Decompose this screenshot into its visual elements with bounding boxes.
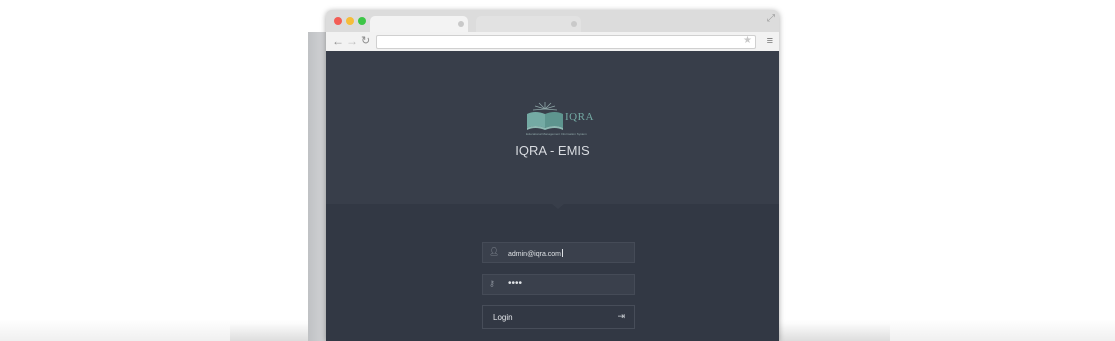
page-title: IQRA - EMIS	[515, 143, 590, 158]
browser-tab-active[interactable]	[370, 16, 468, 32]
logo-tagline: Educational Management Information Syste…	[526, 132, 587, 136]
password-input[interactable]: ••••	[508, 278, 522, 289]
expand-icon[interactable]: ⤢	[767, 13, 775, 24]
browser-tab[interactable]	[476, 16, 581, 32]
tab-close-icon[interactable]	[571, 21, 577, 27]
back-arrow-icon[interactable]: ←	[332, 34, 344, 48]
logo-wordmark: IQRA	[565, 111, 594, 123]
star-icon[interactable]: ★	[743, 35, 752, 46]
browser-toolbar: ← → ↻ ★ ≡	[326, 32, 779, 52]
login-button[interactable]: Login ⇥	[482, 305, 635, 329]
open-book-icon	[527, 102, 563, 130]
forward-arrow-icon[interactable]: →	[346, 34, 358, 48]
email-value: admin@iqra.com	[508, 251, 562, 258]
login-header: IQRA Educational Management Information …	[326, 51, 779, 204]
login-page: IQRA Educational Management Information …	[326, 51, 779, 341]
maximize-window-button[interactable]	[358, 17, 366, 25]
iqra-logo: IQRA Educational Management Information …	[525, 100, 601, 136]
email-input[interactable]: admin@iqra.com	[508, 249, 564, 258]
minimize-window-button[interactable]	[346, 17, 354, 25]
password-field[interactable]: ⚷ ••••	[482, 274, 635, 295]
browser-titlebar: ⤢	[326, 10, 779, 32]
close-window-button[interactable]	[334, 17, 342, 25]
sign-in-icon: ⇥	[617, 311, 625, 321]
text-cursor	[562, 249, 564, 257]
browser-window: ⤢ ← → ↻ ★ ≡ IQRA Educational Management …	[326, 10, 779, 341]
header-pointer	[552, 204, 564, 209]
reload-icon[interactable]: ↻	[361, 34, 370, 48]
login-button-label: Login	[493, 313, 513, 322]
email-field[interactable]: 👤︎ admin@iqra.com	[482, 242, 635, 263]
key-icon: ⚷	[489, 279, 495, 288]
tab-close-icon[interactable]	[458, 21, 464, 27]
hamburger-menu-icon[interactable]: ≡	[767, 34, 773, 48]
user-icon: 👤︎	[489, 247, 500, 256]
address-bar[interactable]: ★	[376, 35, 756, 49]
